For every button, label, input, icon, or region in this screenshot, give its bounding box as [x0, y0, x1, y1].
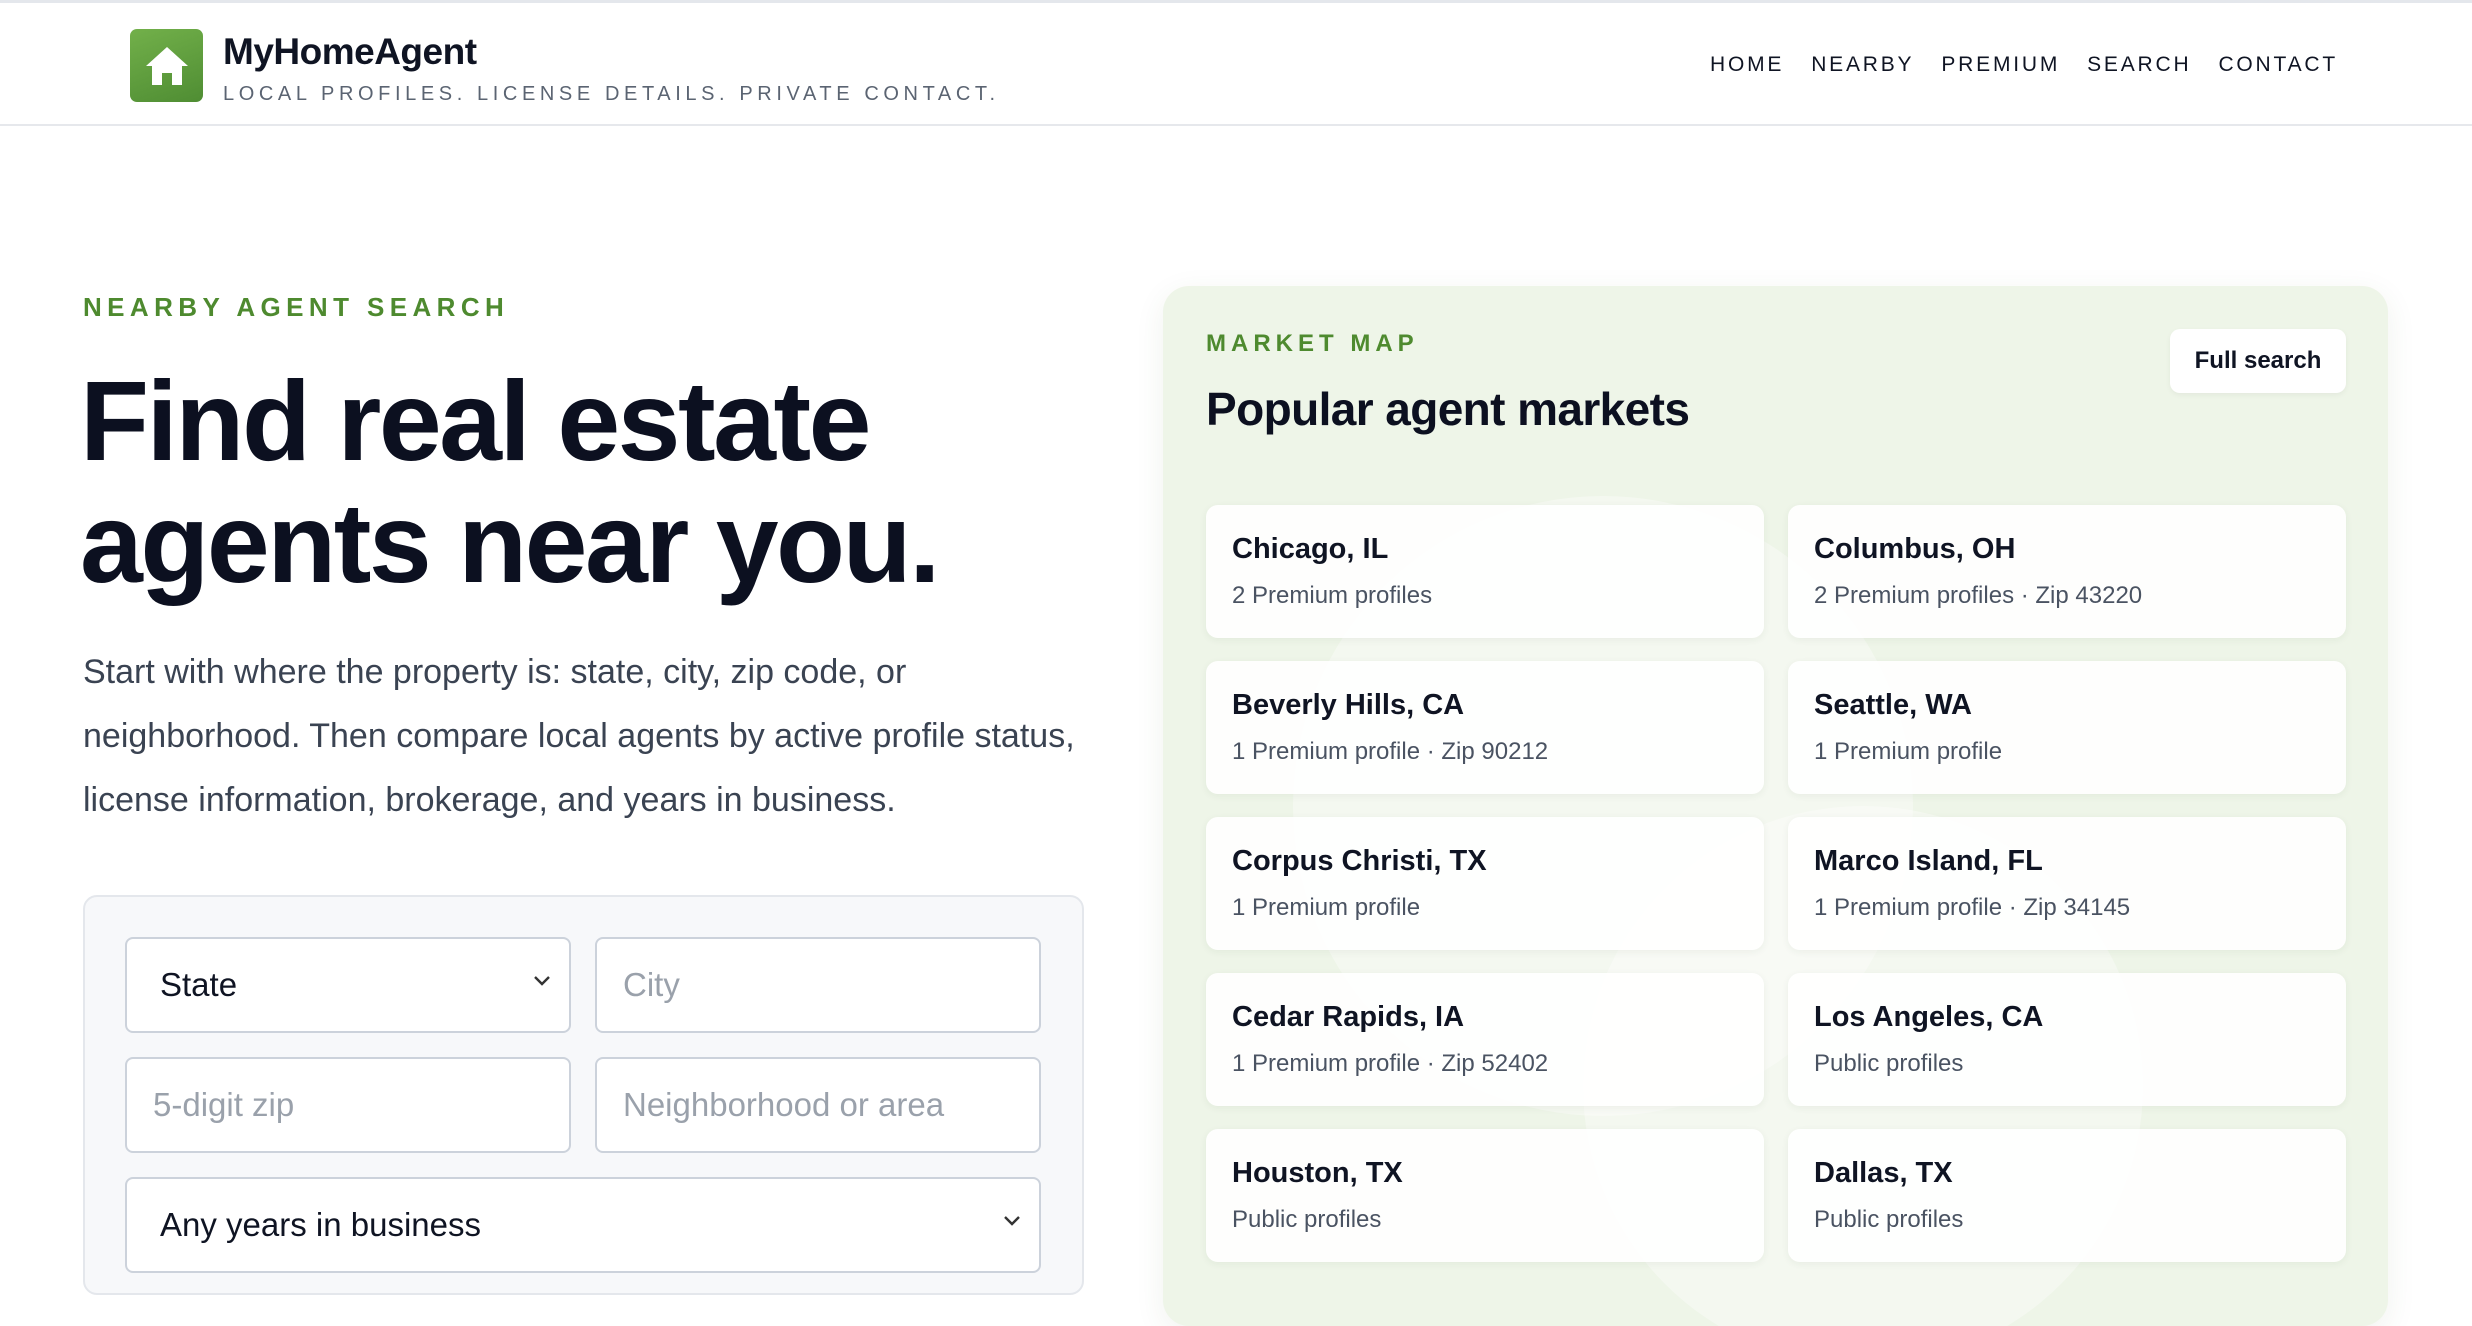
hero-title-line-1: Find real estate — [80, 358, 871, 484]
brand-name[interactable]: MyHomeAgent — [223, 31, 477, 73]
market-card[interactable]: Los Angeles, CA Public profiles — [1788, 973, 2346, 1106]
brand-tagline: LOCAL PROFILES. LICENSE DETAILS. PRIVATE… — [223, 83, 1000, 105]
market-city: Houston, TX — [1232, 1157, 1403, 1189]
market-city: Seattle, WA — [1814, 689, 1972, 721]
market-meta: 2 Premium profiles — [1232, 582, 1433, 609]
market-city: Marco Island, FL — [1814, 845, 2043, 877]
market-card[interactable]: Seattle, WA 1 Premium profile — [1788, 661, 2346, 794]
hero-eyebrow: NEARBY AGENT SEARCH — [83, 292, 510, 322]
hero-title: Find real estate agents near you. — [80, 360, 1120, 604]
market-meta: 1 Premium profile · Zip 52402 — [1232, 1050, 1549, 1077]
market-card[interactable]: Chicago, IL 2 Premium profiles — [1206, 505, 1764, 638]
market-meta: Public profiles — [1814, 1050, 1964, 1077]
market-meta: Public profiles — [1232, 1206, 1382, 1233]
market-map-panel: MARKET MAP Popular agent markets Full se… — [1163, 286, 2388, 1326]
market-city: Corpus Christi, TX — [1232, 845, 1487, 877]
market-card[interactable]: Houston, TX Public profiles — [1206, 1129, 1764, 1262]
years-in-business-select[interactable]: Any years in business — [125, 1177, 1041, 1273]
nav-home[interactable]: HOME — [1710, 53, 1784, 77]
agent-search-form: State City 5-digit zip Neighborhood or a… — [83, 895, 1084, 1295]
nav-premium[interactable]: PREMIUM — [1941, 53, 2060, 77]
market-city: Columbus, OH — [1814, 533, 2016, 565]
market-card[interactable]: Corpus Christi, TX 1 Premium profile — [1206, 817, 1764, 950]
full-search-button[interactable]: Full search — [2170, 329, 2346, 393]
market-meta: 1 Premium profile · Zip 34145 — [1814, 894, 2131, 921]
neighborhood-input-placeholder: Neighborhood or area — [623, 1086, 945, 1123]
neighborhood-input[interactable]: Neighborhood or area — [595, 1057, 1041, 1153]
market-city: Chicago, IL — [1232, 533, 1389, 565]
market-meta: 1 Premium profile · Zip 90212 — [1232, 738, 1549, 765]
market-city: Beverly Hills, CA — [1232, 689, 1465, 721]
market-meta: 1 Premium profile — [1814, 738, 2003, 765]
zip-input[interactable]: 5-digit zip — [125, 1057, 571, 1153]
market-city: Dallas, TX — [1814, 1157, 1953, 1189]
market-meta: Public profiles — [1814, 1206, 1964, 1233]
site-header: MyHomeAgent LOCAL PROFILES. LICENSE DETA… — [0, 3, 2472, 126]
market-meta: 1 Premium profile — [1232, 894, 1421, 921]
nav-contact[interactable]: CONTACT — [2218, 53, 2338, 77]
city-input[interactable]: City — [595, 937, 1041, 1033]
city-input-placeholder: City — [623, 966, 680, 1003]
market-card[interactable]: Beverly Hills, CA 1 Premium profile · Zi… — [1206, 661, 1764, 794]
state-select[interactable]: State — [125, 937, 571, 1033]
chevron-down-icon — [534, 976, 550, 986]
nav-search[interactable]: SEARCH — [2087, 53, 2191, 77]
market-card[interactable]: Marco Island, FL 1 Premium profile · Zip… — [1788, 817, 2346, 950]
zip-input-placeholder: 5-digit zip — [153, 1086, 295, 1123]
main-nav: HOME NEARBY PREMIUM SEARCH CONTACT — [1710, 53, 2338, 77]
market-title: Popular agent markets — [1206, 383, 1690, 435]
years-select-value: Any years in business — [160, 1206, 481, 1243]
market-city: Cedar Rapids, IA — [1232, 1001, 1465, 1033]
market-card[interactable]: Columbus, OH 2 Premium profiles · Zip 43… — [1788, 505, 2346, 638]
logo[interactable] — [130, 29, 203, 102]
market-city: Los Angeles, CA — [1814, 1001, 2044, 1033]
state-select-value: State — [160, 966, 238, 1003]
nav-nearby[interactable]: NEARBY — [1811, 53, 1914, 77]
house-icon — [145, 46, 188, 85]
chevron-down-icon — [1004, 1216, 1020, 1226]
hero-title-line-2: agents near you. — [80, 480, 941, 606]
market-card[interactable]: Dallas, TX Public profiles — [1788, 1129, 2346, 1262]
market-eyebrow: MARKET MAP — [1206, 330, 1419, 357]
hero-description: Start with where the property is: state,… — [83, 653, 1075, 819]
market-card[interactable]: Cedar Rapids, IA 1 Premium profile · Zip… — [1206, 973, 1764, 1106]
market-meta: 2 Premium profiles · Zip 43220 — [1814, 582, 2143, 609]
